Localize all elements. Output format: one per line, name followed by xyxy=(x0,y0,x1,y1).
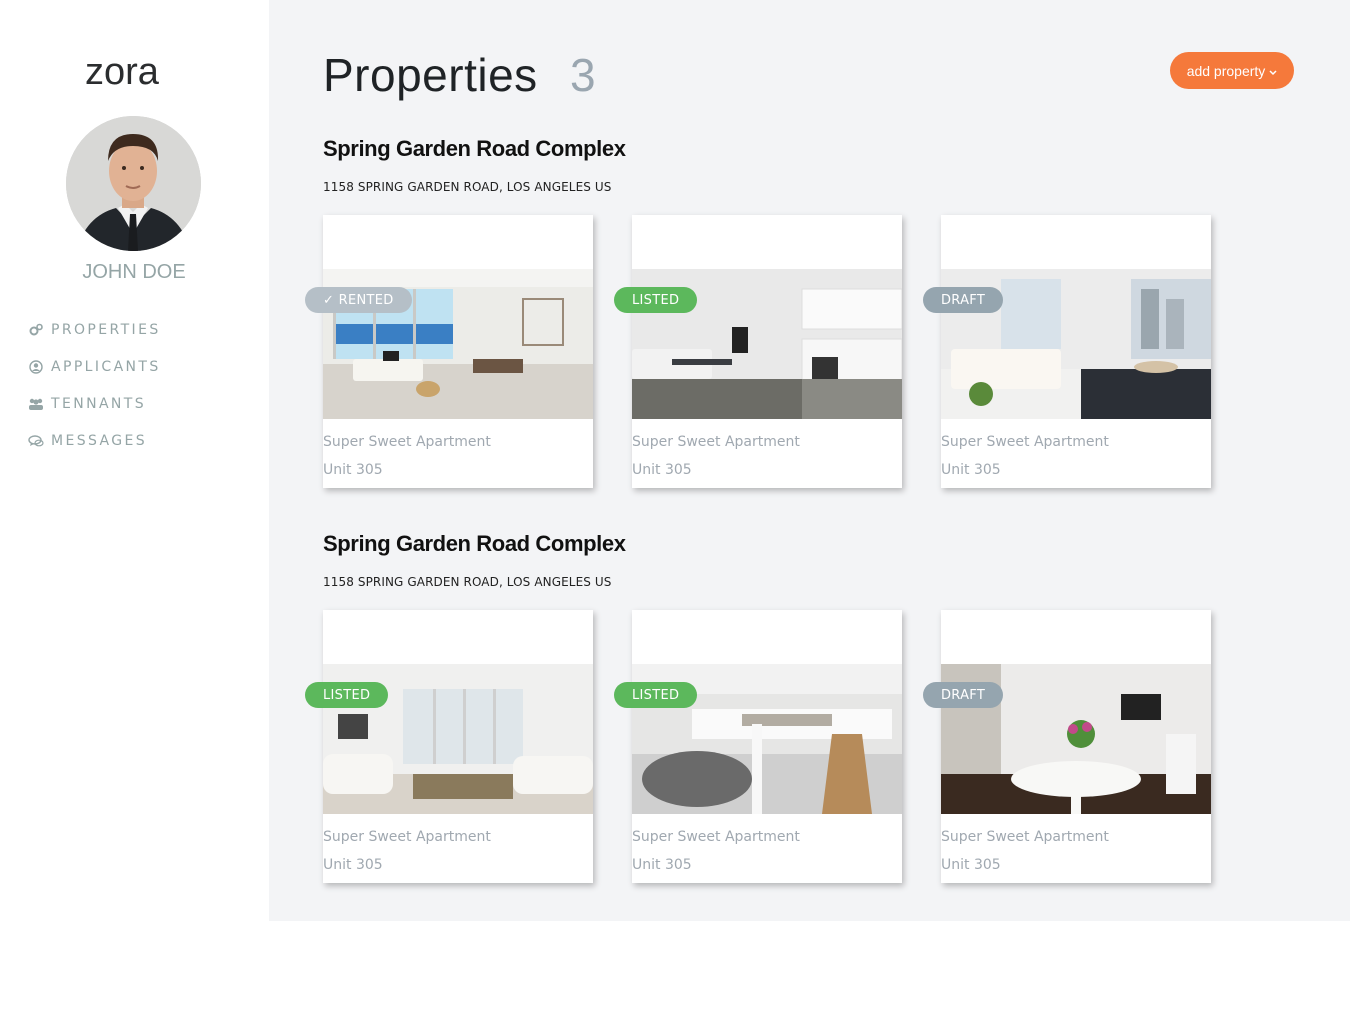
zora-logo[interactable]: zora xyxy=(85,51,185,93)
nav-item-label: PROPERTIES xyxy=(51,321,161,338)
card-title: Super Sweet Apartment xyxy=(632,434,800,450)
status-badge: LISTED xyxy=(614,287,698,313)
card-title: Super Sweet Apartment xyxy=(632,829,800,845)
status-badge: LISTED xyxy=(305,682,389,708)
property-group: Spring Garden Road Complex 1158 SPRING G… xyxy=(305,531,1283,883)
property-card[interactable]: DRAFT Super Sweet Apartment Unit 305 xyxy=(923,610,1211,883)
avatar[interactable] xyxy=(66,116,201,251)
property-group: Spring Garden Road Complex 1158 SPRING G… xyxy=(305,136,1283,488)
nav-item-label: APPLICANTS xyxy=(51,358,161,375)
card-title: Super Sweet Apartment xyxy=(323,829,491,845)
user-circle-icon xyxy=(28,359,44,375)
card-title: Super Sweet Apartment xyxy=(941,829,1109,845)
group-title: Spring Garden Road Complex xyxy=(323,136,626,161)
card-unit: Unit 305 xyxy=(941,462,1001,478)
group-title: Spring Garden Road Complex xyxy=(323,531,626,556)
page-title: Properties xyxy=(323,49,538,101)
status-badge: LISTED xyxy=(614,682,698,708)
property-card[interactable]: LISTED Super Sweet Apartment Unit 305 xyxy=(614,215,902,488)
nav-item-applicants[interactable]: APPLICANTS xyxy=(28,348,161,385)
add-property-label: add property xyxy=(1186,62,1266,79)
property-card[interactable]: LISTED Super Sweet Apartment Unit 305 xyxy=(614,610,902,883)
main-content: Properties 3 add property Spring Garden … xyxy=(269,0,1350,921)
nav-item-tennants[interactable]: TENNANTS xyxy=(28,385,161,422)
property-count: 3 xyxy=(570,49,596,101)
card-unit: Unit 305 xyxy=(632,462,692,478)
gears-icon xyxy=(28,322,44,338)
sidebar-nav: PROPERTIES APPLICANTS TENNANTS MESSAGES xyxy=(28,311,161,459)
nav-item-label: TENNANTS xyxy=(51,395,147,412)
nav-item-messages[interactable]: MESSAGES xyxy=(28,422,161,459)
chat-icon xyxy=(28,433,44,449)
card-list: ✓ RENTED Super Sweet Apartment Unit 305 xyxy=(305,215,1283,488)
status-badge: ✓ RENTED xyxy=(305,287,412,313)
card-unit: Unit 305 xyxy=(323,857,383,873)
group-address: 1158 SPRING GARDEN ROAD, LOS ANGELES US xyxy=(323,575,612,589)
add-property-button[interactable]: add property xyxy=(1170,52,1294,89)
logo-text: zora xyxy=(85,52,160,92)
property-card[interactable]: DRAFT Super Sweet Apartment Unit 305 xyxy=(923,215,1211,488)
property-card[interactable]: ✓ RENTED Super Sweet Apartment Unit 305 xyxy=(305,215,593,488)
card-unit: Unit 305 xyxy=(632,857,692,873)
nav-item-properties[interactable]: PROPERTIES xyxy=(28,311,161,348)
group-address: 1158 SPRING GARDEN ROAD, LOS ANGELES US xyxy=(323,180,612,194)
user-name: JOHN DOE xyxy=(82,261,186,283)
card-unit: Unit 305 xyxy=(941,857,1001,873)
status-badge: DRAFT xyxy=(923,287,1004,313)
users-icon xyxy=(28,396,44,412)
card-title: Super Sweet Apartment xyxy=(941,434,1109,450)
sidebar: zora JOHN DOE PROPERTIES APPLICANTS TENN… xyxy=(0,0,268,1016)
card-list: LISTED Super Sweet Apartment Unit 305 LI… xyxy=(305,610,1283,883)
card-unit: Unit 305 xyxy=(323,462,383,478)
card-title: Super Sweet Apartment xyxy=(323,434,491,450)
chevron-down-icon xyxy=(1269,63,1277,79)
status-badge: DRAFT xyxy=(923,682,1004,708)
property-card[interactable]: LISTED Super Sweet Apartment Unit 305 xyxy=(305,610,593,883)
nav-item-label: MESSAGES xyxy=(51,432,148,449)
